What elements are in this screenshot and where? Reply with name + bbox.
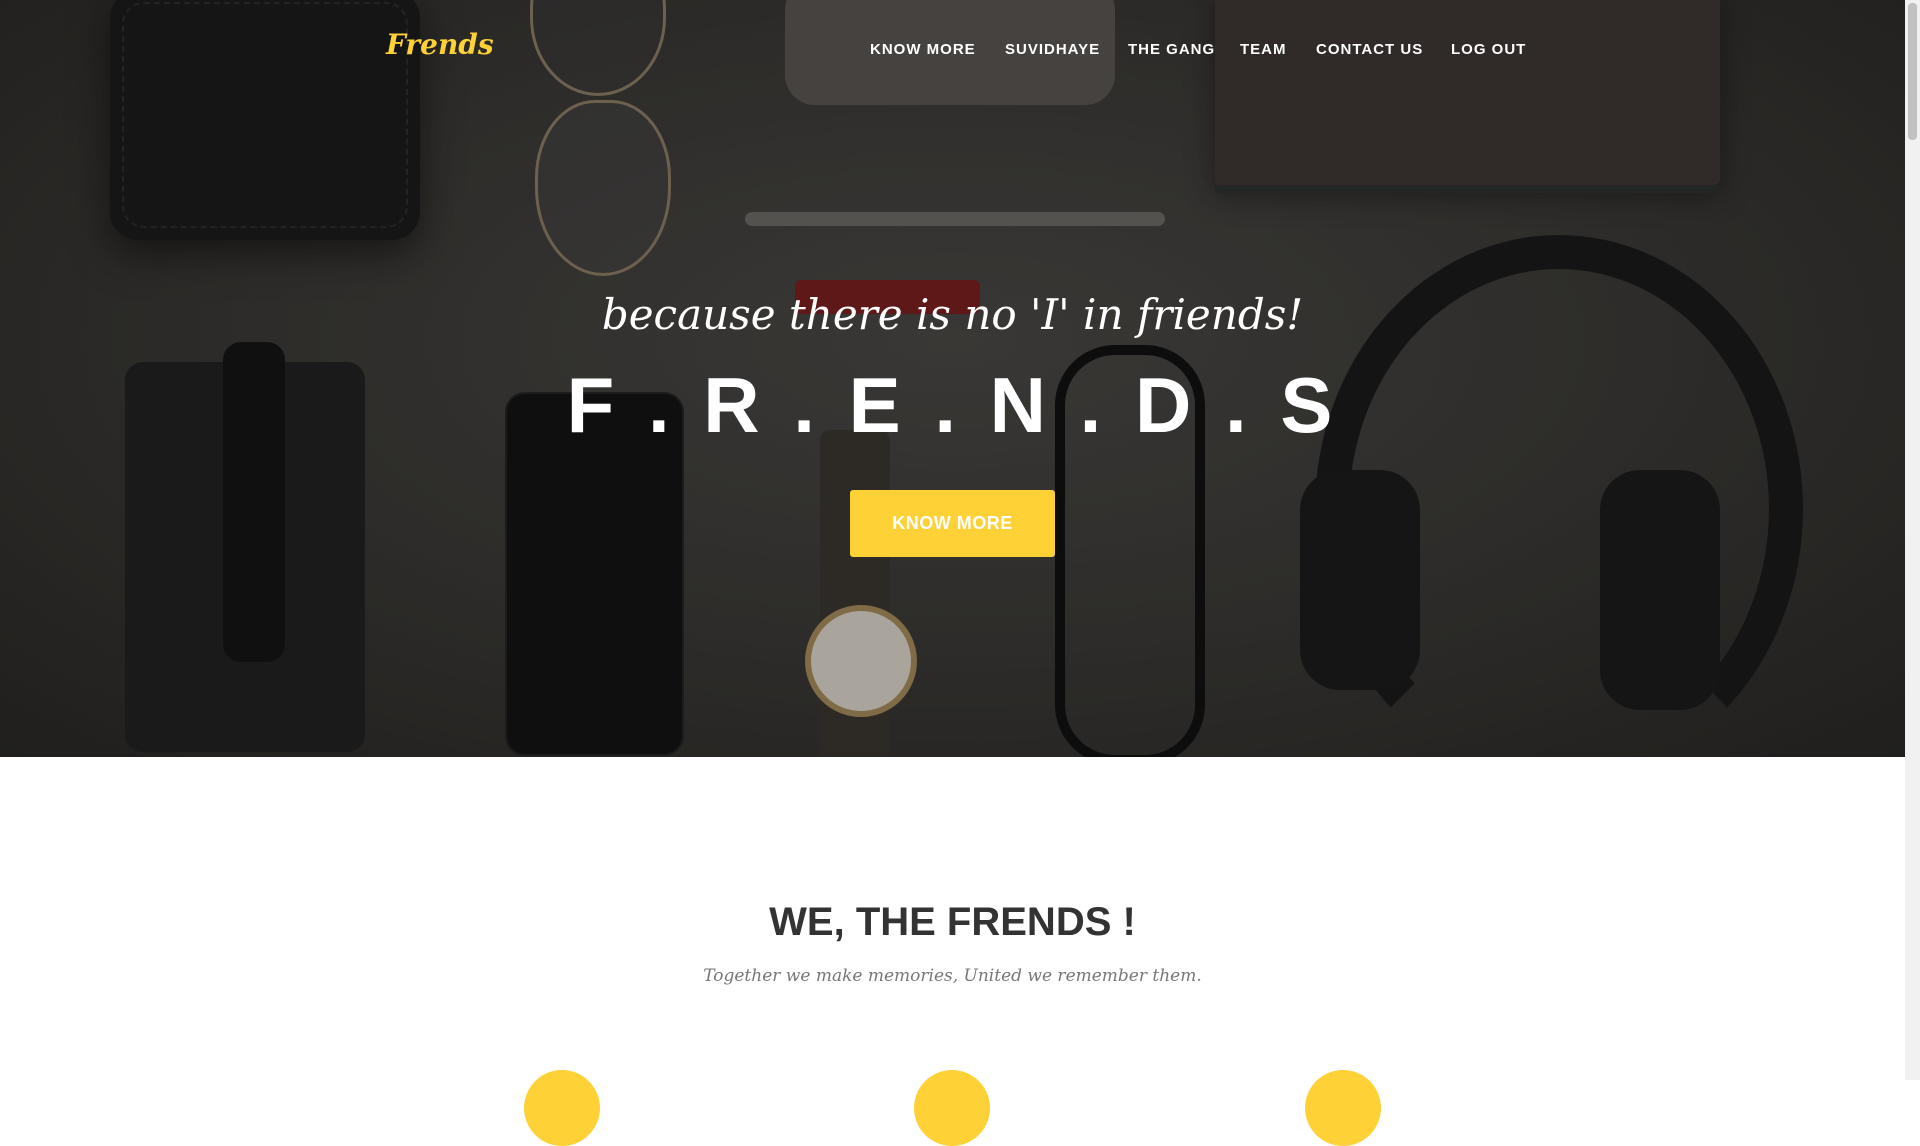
nav-item-know-more[interactable]: KNOW MORE — [870, 41, 976, 58]
feature-circle-icon — [524, 1070, 600, 1146]
nav-item-log-out[interactable]: LOG OUT — [1451, 41, 1526, 58]
feature-circle-icon — [914, 1070, 990, 1146]
nav-item-the-gang[interactable]: THE GANG — [1128, 41, 1215, 58]
main-nav: KNOW MORE SUVIDHAYE THE GANG TEAM CONTAC… — [0, 41, 1905, 61]
page-scrollbar[interactable] — [1905, 0, 1920, 1080]
nav-item-contact-us[interactable]: CONTACT US — [1316, 41, 1423, 58]
hero-tagline: because there is no 'I' in friends! — [601, 290, 1304, 339]
section-heading: WE, THE FRENDS ! — [769, 900, 1136, 944]
know-more-button[interactable]: KNOW MORE — [850, 490, 1055, 557]
nav-item-suvidhaye[interactable]: SUVIDHAYE — [1005, 41, 1100, 58]
hero-title: F . R . E . N . D . S — [566, 361, 1339, 449]
hero-section: Frends KNOW MORE SUVIDHAYE THE GANG TEAM… — [0, 0, 1905, 757]
nav-item-team[interactable]: TEAM — [1240, 41, 1287, 58]
section-subheading: Together we make memories, United we rem… — [703, 966, 1202, 986]
feature-circle-icon — [1305, 1070, 1381, 1146]
scrollbar-thumb[interactable] — [1908, 3, 1917, 140]
